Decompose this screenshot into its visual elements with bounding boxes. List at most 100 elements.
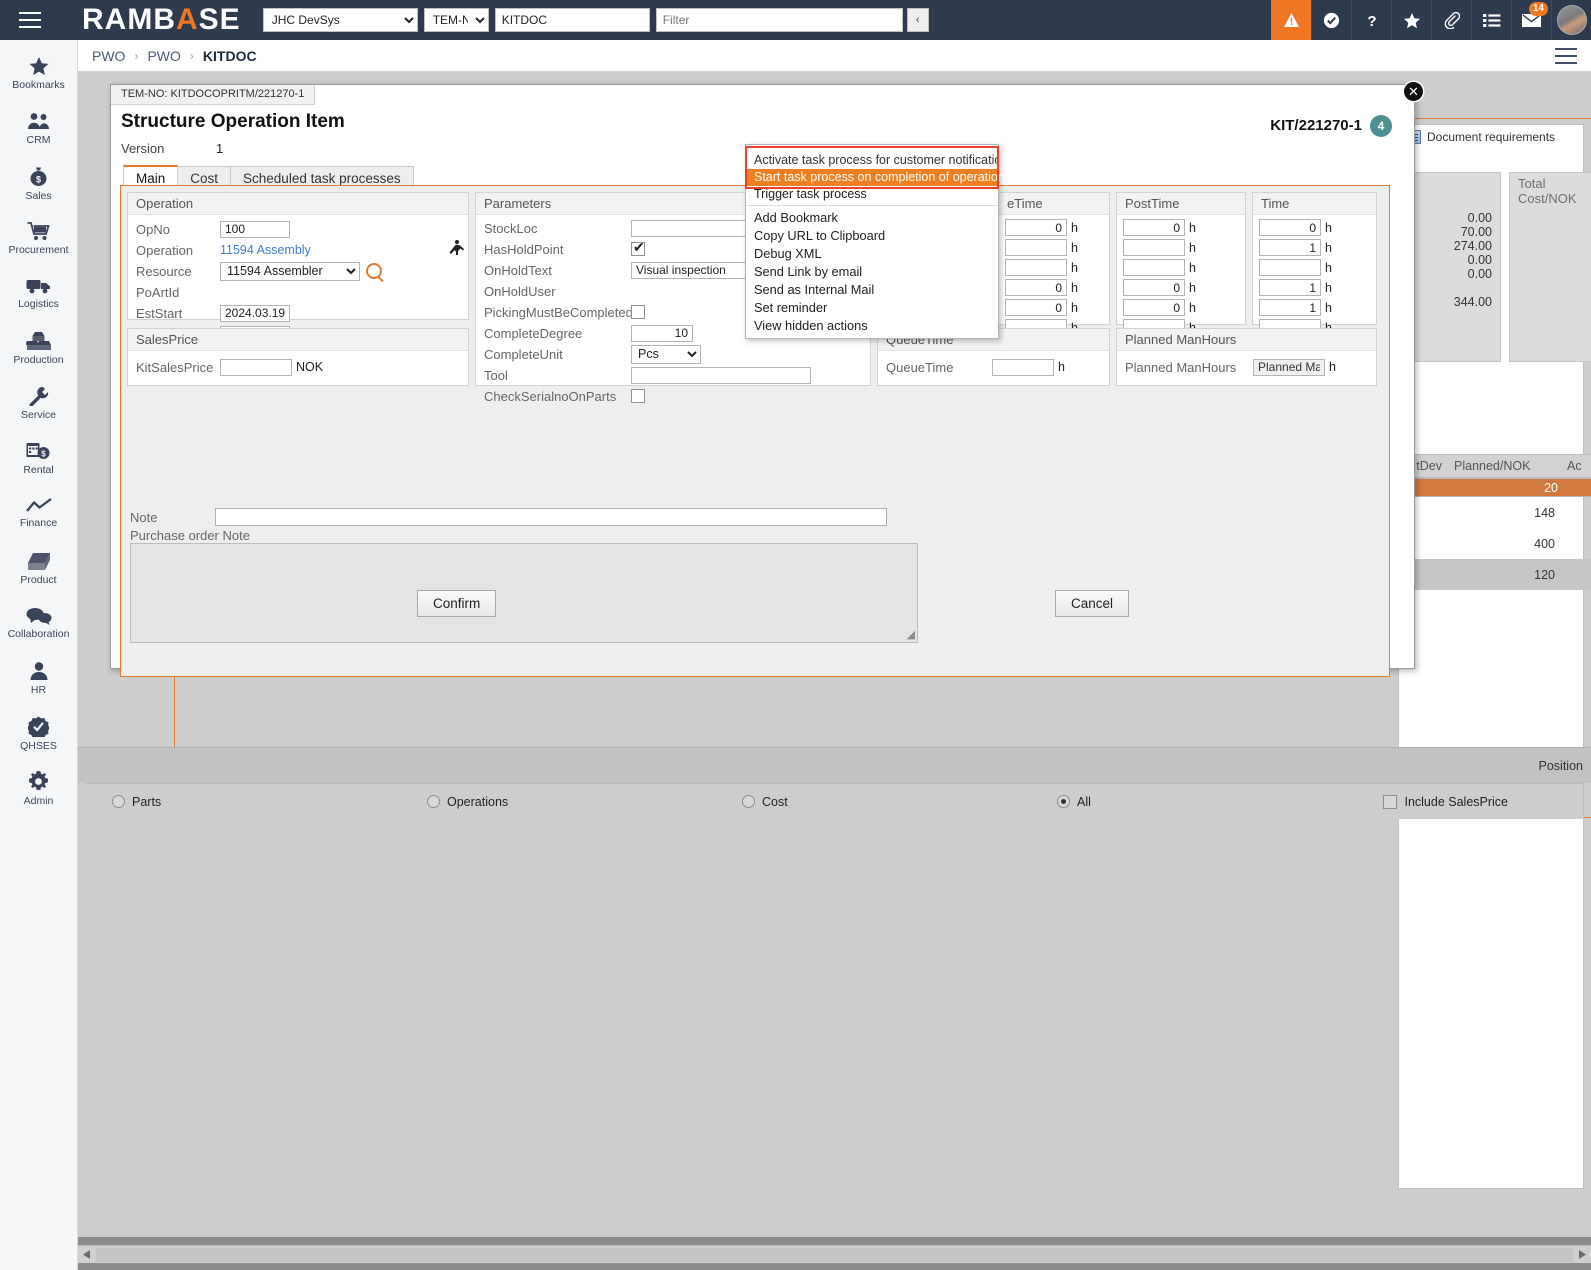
horizontal-scrollbar[interactable] [78, 1245, 1591, 1263]
completeunit-select[interactable]: Pcs [631, 345, 701, 364]
collapse-search-button[interactable]: ‹ [907, 8, 929, 32]
resize-grip-icon[interactable]: ◢ [907, 628, 915, 641]
completedegree-input[interactable] [631, 325, 693, 342]
scrollbar-track[interactable] [96, 1248, 1573, 1262]
temno-selector[interactable]: TEM-NO [424, 8, 489, 32]
help-icon[interactable]: ? [1351, 0, 1391, 40]
list-icon[interactable] [1471, 0, 1511, 40]
main-menu-toggle[interactable] [0, 0, 60, 40]
note-input[interactable] [215, 508, 887, 526]
hasholdpoint-checkbox[interactable] [631, 242, 645, 256]
queuetime-label: QueueTime [878, 360, 992, 375]
scroll-left-arrow-icon[interactable] [78, 1246, 96, 1264]
check-badge-icon[interactable] [1311, 0, 1351, 40]
sidebar-item-crm[interactable]: CRM [0, 101, 77, 156]
time-input-2[interactable] [1259, 239, 1321, 256]
operation-value-link[interactable]: 11594 Assembly [220, 243, 311, 257]
posttime-input-4[interactable] [1123, 279, 1185, 296]
time-input-4[interactable] [1259, 279, 1321, 296]
menu-item-set-reminder[interactable]: Set reminder [746, 299, 998, 317]
sidebar-item-hr[interactable]: HR [0, 651, 77, 706]
radio-cost-icon[interactable] [742, 795, 755, 808]
star-icon[interactable] [1391, 0, 1431, 40]
sidebar-item-rental[interactable]: $ Rental [0, 431, 77, 486]
kitsalesprice-input[interactable] [220, 359, 292, 376]
planned-manhours-input[interactable] [1253, 359, 1325, 376]
time-input-1[interactable] [1259, 219, 1321, 236]
sidebar-item-procurement[interactable]: Procurement [0, 211, 77, 266]
tool-input[interactable] [631, 367, 811, 384]
radio-option-all[interactable]: All [1057, 795, 1372, 809]
menu-item-copy-url[interactable]: Copy URL to Clipboard [746, 227, 998, 245]
include-salesprice-checkbox[interactable] [1383, 795, 1397, 809]
sidebar-item-logistics[interactable]: Logistics [0, 266, 77, 321]
cost-value: 0.00 [1414, 211, 1492, 225]
pickingmustbecompleted-checkbox[interactable] [631, 305, 645, 319]
breadcrumb-item-2[interactable]: PWO [147, 48, 180, 64]
radio-parts-icon[interactable] [112, 795, 125, 808]
purchase-order-note-textarea[interactable]: ◢ [130, 543, 918, 643]
etime-input-5[interactable] [1005, 299, 1067, 316]
table-row[interactable]: 148 [1396, 497, 1591, 528]
checkserialnoonparts-checkbox[interactable] [631, 389, 645, 403]
company-selector[interactable]: JHC DevSys [263, 8, 418, 32]
time-group: Time h h h h h h [1252, 192, 1377, 325]
sidebar-item-admin[interactable]: Admin [0, 761, 77, 816]
menu-item-start-task-process[interactable]: Start task process on completion of oper… [746, 169, 998, 186]
sidebar-item-sales[interactable]: $ Sales [0, 156, 77, 211]
include-salesprice-option[interactable]: Include SalesPrice [1383, 795, 1508, 809]
opno-input[interactable] [220, 221, 290, 238]
etime-input-1[interactable] [1005, 219, 1067, 236]
radio-all-icon[interactable] [1057, 795, 1070, 808]
document-type-input[interactable] [495, 8, 650, 32]
sidebar-item-production[interactable]: Production [0, 321, 77, 376]
posttime-input-2[interactable] [1123, 239, 1185, 256]
search-input[interactable] [656, 8, 903, 32]
scroll-right-arrow-icon[interactable] [1573, 1246, 1591, 1264]
radio-operations-icon[interactable] [427, 795, 440, 808]
etime-input-4[interactable] [1005, 279, 1067, 296]
mail-icon[interactable]: 14 [1511, 0, 1551, 40]
user-avatar[interactable] [1551, 0, 1591, 40]
page-menu-toggle[interactable] [1555, 45, 1577, 66]
worker-icon[interactable] [447, 239, 464, 261]
sidebar-item-qhses[interactable]: QHSES [0, 706, 77, 761]
radio-option-cost[interactable]: Cost [742, 795, 1057, 809]
breadcrumb-item-3[interactable]: KITDOC [203, 48, 257, 64]
document-requirements-row[interactable]: Document requirements [1399, 125, 1583, 149]
cancel-button[interactable]: Cancel [1055, 590, 1129, 617]
posttime-input-5[interactable] [1123, 299, 1185, 316]
menu-item-debug-xml[interactable]: Debug XML [746, 245, 998, 263]
sidebar-item-service[interactable]: Service [0, 376, 77, 431]
menu-item-add-bookmark[interactable]: Add Bookmark [746, 209, 998, 227]
menu-item-send-as-internal-mail[interactable]: Send as Internal Mail [746, 281, 998, 299]
sidebar-item-bookmarks[interactable]: Bookmarks [0, 46, 77, 101]
time-input-5[interactable] [1259, 299, 1321, 316]
confirm-button[interactable]: Confirm [417, 590, 496, 617]
etime-input-3[interactable] [1005, 259, 1067, 276]
posttime-input-3[interactable] [1123, 259, 1185, 276]
close-icon[interactable]: ✕ [1404, 82, 1423, 101]
menu-item-view-hidden-actions[interactable]: View hidden actions [746, 317, 998, 335]
breadcrumb-item-1[interactable]: PWO [92, 48, 125, 64]
time-input-3[interactable] [1259, 259, 1321, 276]
sidebar-item-collaboration[interactable]: Collaboration [0, 596, 77, 651]
sidebar-item-finance[interactable]: Finance [0, 486, 77, 541]
table-row[interactable]: 400 [1396, 528, 1591, 559]
paperclip-icon[interactable] [1431, 0, 1471, 40]
warning-icon[interactable] [1271, 0, 1311, 40]
menu-item-send-link-by-email[interactable]: Send Link by email [746, 263, 998, 281]
eststart-input[interactable] [220, 305, 290, 322]
search-icon[interactable] [366, 263, 382, 279]
sidebar-item-product[interactable]: Product [0, 541, 77, 596]
radio-option-parts[interactable]: Parts [112, 795, 427, 809]
radio-option-operations[interactable]: Operations [427, 795, 742, 809]
etime-input-2[interactable] [1005, 239, 1067, 256]
menu-item-trigger-task-process[interactable]: Trigger task process [746, 186, 998, 203]
table-row[interactable]: 20 [1396, 478, 1591, 497]
resource-select[interactable]: 11594 Assembler [220, 262, 360, 281]
queuetime-input[interactable] [992, 359, 1054, 376]
table-row[interactable]: 120 [1396, 559, 1591, 590]
posttime-input-1[interactable] [1123, 219, 1185, 236]
menu-item-activate-task-process[interactable]: Activate task process for customer notif… [746, 152, 998, 169]
